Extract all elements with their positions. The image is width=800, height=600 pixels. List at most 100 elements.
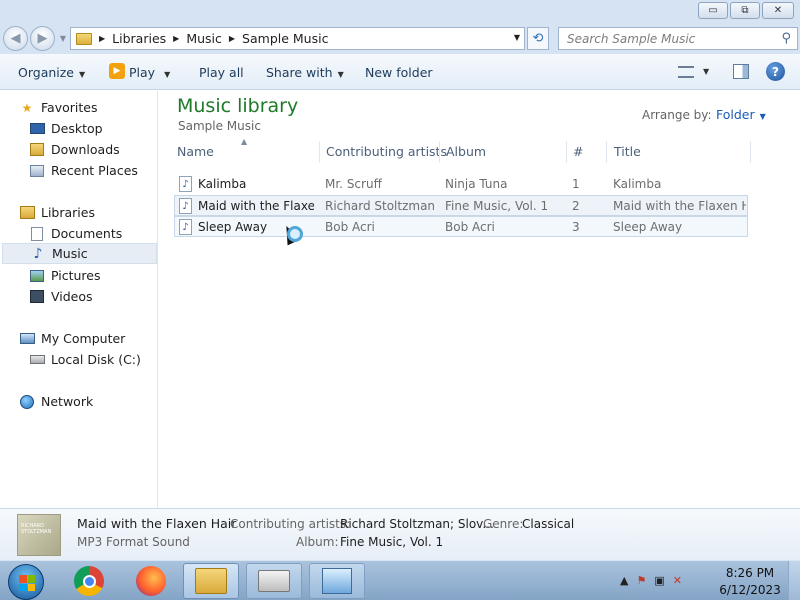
arrange-by-dropdown[interactable]: Folder ▼ [716,107,766,122]
taskbar-firefox-button[interactable] [123,563,179,599]
minimize-button[interactable]: ▭ [698,2,728,19]
action-center-icon[interactable]: ⚑ [636,574,646,587]
cell-artist: Richard Stoltzman... [325,199,435,213]
start-button[interactable] [8,564,44,600]
taskbar-printer-button[interactable] [246,563,302,599]
back-button[interactable]: ◀ [3,26,28,51]
share-with-label: Share with [266,65,333,80]
table-row[interactable]: ♪ Kalimba Mr. Scruff Ninja Tuna 1 Kalimb… [175,174,748,195]
search-icon[interactable]: ⚲ [781,31,791,46]
details-artists-value[interactable]: Richard Stoltzman; Slov... [340,517,494,531]
column-header-title[interactable]: Title [614,136,641,166]
sidebar-item-videos[interactable]: Videos [29,286,93,307]
play-label: Play [129,65,156,80]
file-explorer-icon [195,568,227,594]
show-hidden-icons-button[interactable]: ▲ [620,574,628,587]
chevron-down-icon: ▼ [759,112,766,121]
computer-icon [19,332,35,346]
sidebar-label: Recent Places [51,163,138,178]
cell-title: Maid with the Flaxen H... [613,199,746,213]
details-artists-label: Contributing artists: [230,517,351,531]
clock-date: 6/12/2023 [719,583,781,597]
play-all-button[interactable]: Play all [199,65,244,80]
sidebar-item-pictures[interactable]: Pictures [29,265,101,286]
help-icon[interactable]: ? [766,62,785,81]
sidebar-item-my-computer[interactable]: My Computer [19,328,125,349]
sidebar-item-documents[interactable]: Documents [29,223,122,244]
taskbar-chrome-button[interactable] [61,563,117,599]
breadcrumb-separator-icon[interactable]: ▶ [173,34,179,43]
sidebar-label: Documents [51,226,123,241]
search-input[interactable]: Search Sample Music ⚲ [558,27,798,50]
clock[interactable]: 8:26 PM 6/12/2023 [718,565,782,599]
sidebar-item-local-disk[interactable]: Local Disk (C:) [29,349,141,370]
cell-number: 3 [572,220,580,234]
taskbar: ▲ ⚑ ▣ ✕ 8:26 PM 6/12/2023 [0,560,800,600]
sidebar-item-favorites[interactable]: ★ Favorites [19,97,98,118]
back-arrow-icon: ◀ [10,31,21,46]
cell-album: Ninja Tuna [445,177,508,191]
network-icon [19,394,35,409]
column-header-name[interactable]: Name [177,136,214,166]
new-folder-button[interactable]: New folder [365,65,433,80]
table-row[interactable]: ♪ Maid with the Flaxe... Richard Stoltzm… [174,195,748,216]
sidebar-item-libraries[interactable]: Libraries [19,202,95,223]
sidebar-label: Downloads [51,142,120,157]
network-status-icon[interactable]: ▣ [654,574,664,587]
chevron-down-icon: ▼ [337,70,344,79]
volume-muted-icon[interactable]: ✕ [673,574,682,587]
address-bar[interactable]: ▶ Libraries ▶ Music ▶ Sample Music ▼ [70,27,525,50]
column-header-contributing-artists[interactable]: Contributing artists [326,136,447,166]
refresh-button[interactable]: ⟲ [527,27,549,50]
sidebar-item-desktop[interactable]: Desktop [29,118,103,139]
table-row[interactable]: ♪ Sleep Away Bob Acri Bob Acri 3 Sleep A… [174,216,748,237]
details-album-value[interactable]: Fine Music, Vol. 1 [340,535,443,549]
navigation-pane: ★ Favorites Desktop Downloads Recent Plac… [0,91,158,508]
share-with-button[interactable]: Share with ▼ [266,65,344,80]
music-note-icon: ♪ [33,245,43,262]
close-button[interactable]: ✕ [762,2,794,19]
address-dropdown-icon[interactable]: ▼ [514,33,520,42]
change-view-icon[interactable] [678,66,694,78]
breadcrumb-sample-music[interactable]: Sample Music [242,31,328,46]
cell-number: 1 [572,177,580,191]
sidebar-item-music[interactable]: ♪ Music [2,243,157,264]
recent-pages-dropdown[interactable]: ▼ [58,33,68,43]
control-panel-icon [322,568,352,594]
explorer-window: ▭ ⧉ ✕ ◀ ▶ ▼ ▶ Libraries ▶ Music ▶ Sample… [0,0,800,560]
column-header-album[interactable]: Album [446,136,486,166]
column-divider[interactable] [606,141,607,163]
cell-title: Sleep Away [613,220,683,234]
chevron-down-icon: ▼ [164,70,171,79]
column-header-number[interactable]: # [573,136,583,166]
column-divider[interactable] [566,141,567,163]
videos-icon [29,290,45,304]
sidebar-item-recent-places[interactable]: Recent Places [29,160,138,181]
sidebar-item-network[interactable]: Network [19,391,93,412]
column-divider[interactable] [319,141,320,163]
sidebar-item-downloads[interactable]: Downloads [29,139,120,160]
play-button[interactable]: Play ▼ [129,65,170,80]
forward-button[interactable]: ▶ [30,26,55,51]
file-list-pane: Music library Sample Music Arrange by: F… [159,91,800,508]
libraries-icon [19,206,35,220]
breadcrumb-libraries[interactable]: Libraries [112,31,166,46]
details-genre-value[interactable]: Classical [522,517,574,531]
breadcrumb-music[interactable]: Music [186,31,222,46]
maximize-button[interactable]: ⧉ [730,2,760,19]
audio-file-icon: ♪ [179,198,192,214]
cell-artist: Bob Acri [325,220,375,234]
show-desktop-button[interactable] [788,561,800,600]
preview-pane-icon[interactable] [733,64,749,79]
column-divider[interactable] [439,141,440,163]
taskbar-control-panel-button[interactable] [309,563,365,599]
taskbar-explorer-button[interactable] [183,563,239,599]
audio-file-icon: ♪ [179,219,192,235]
sidebar-label: Videos [51,289,93,304]
view-options-dropdown-icon[interactable]: ▼ [703,67,709,76]
breadcrumb-separator-icon[interactable]: ▶ [229,34,235,43]
organize-button[interactable]: Organize ▼ [18,65,85,80]
column-divider[interactable] [750,141,751,163]
play-icon[interactable]: ▶ [109,63,125,79]
breadcrumb-separator-icon[interactable]: ▶ [99,34,105,43]
